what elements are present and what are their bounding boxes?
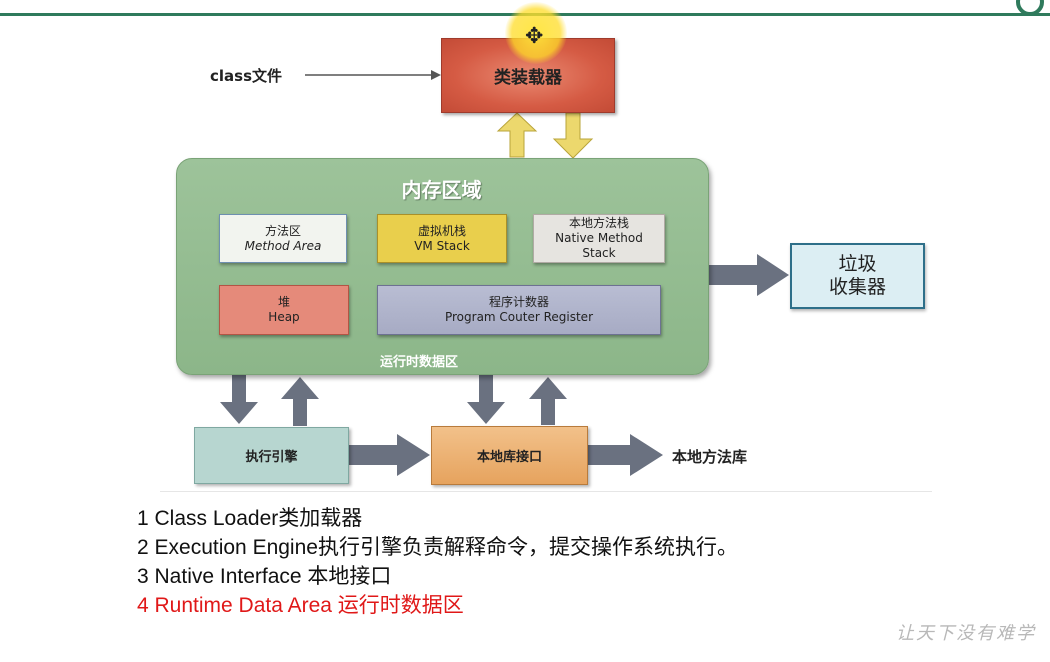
interface-up-arrow [529,377,567,425]
class-loader-label: 类装载器 [494,68,562,88]
runtime-data-area-label: 运行时数据区 [380,355,459,370]
watermark: 让天下没有难学 [896,623,1036,644]
native-interface-label: 本地库接口 [476,450,542,465]
vm-stack-en: VM Stack [414,238,470,253]
execution-engine-box: 执行引擎 [194,427,349,484]
program-counter-cn: 程序计数器 [488,295,549,309]
heap-box: 堆 Heap [219,285,349,335]
note-item: 3 Native Interface 本地接口 [137,565,392,588]
garbage-collector-line2: 收集器 [828,276,886,298]
native-method-stack-cn: 本地方法栈 [568,216,629,230]
interface-down-arrow [467,375,505,424]
method-area-box: 方法区 Method Area [219,214,347,263]
move-cursor-icon: ✥ [525,24,544,49]
note-item: 1 Class Loader类加载器 [137,507,363,530]
heap-cn: 堆 [277,295,290,309]
native-method-stack-en1: Native Method [555,231,643,245]
class-file-arrow [305,70,441,80]
interface-to-library-arrow [588,434,663,476]
engine-to-interface-arrow [347,434,430,476]
note-item-highlighted: 4 Runtime Data Area 运行时数据区 [137,594,464,617]
program-counter-box: 程序计数器 Program Couter Register [377,285,661,335]
execution-engine-label: 执行引擎 [245,450,298,465]
native-method-stack-en2: Stack [582,246,616,260]
vm-stack-box: 虚拟机栈 VM Stack [377,214,507,263]
note-item: 2 Execution Engine执行引擎负责解释命令，提交操作系统执行。 [137,536,738,559]
native-library-label: 本地方法库 [672,448,748,466]
memory-up-arrow [496,112,538,158]
method-area-en: Method Area [244,238,322,253]
garbage-collector-box: 垃圾 收集器 [790,243,925,309]
garbage-collector-line1: 垃圾 [838,253,877,275]
method-area-cn: 方法区 [264,223,301,238]
loader-down-arrow [552,112,594,159]
engine-up-arrow [281,377,319,426]
native-interface-box: 本地库接口 [431,426,588,485]
notes-list: 1 Class Loader类加载器 2 Execution Engine执行引… [137,504,738,620]
engine-down-arrow [220,375,258,424]
memory-area-title: 内存区域 [401,178,482,202]
program-counter-en: Program Couter Register [444,310,593,324]
gc-arrow [707,254,789,296]
heap-en: Heap [268,310,300,324]
vm-stack-cn: 虚拟机栈 [417,223,466,238]
class-file-label: class文件 [210,67,283,85]
native-method-stack-box: 本地方法栈 Native Method Stack [533,214,665,263]
